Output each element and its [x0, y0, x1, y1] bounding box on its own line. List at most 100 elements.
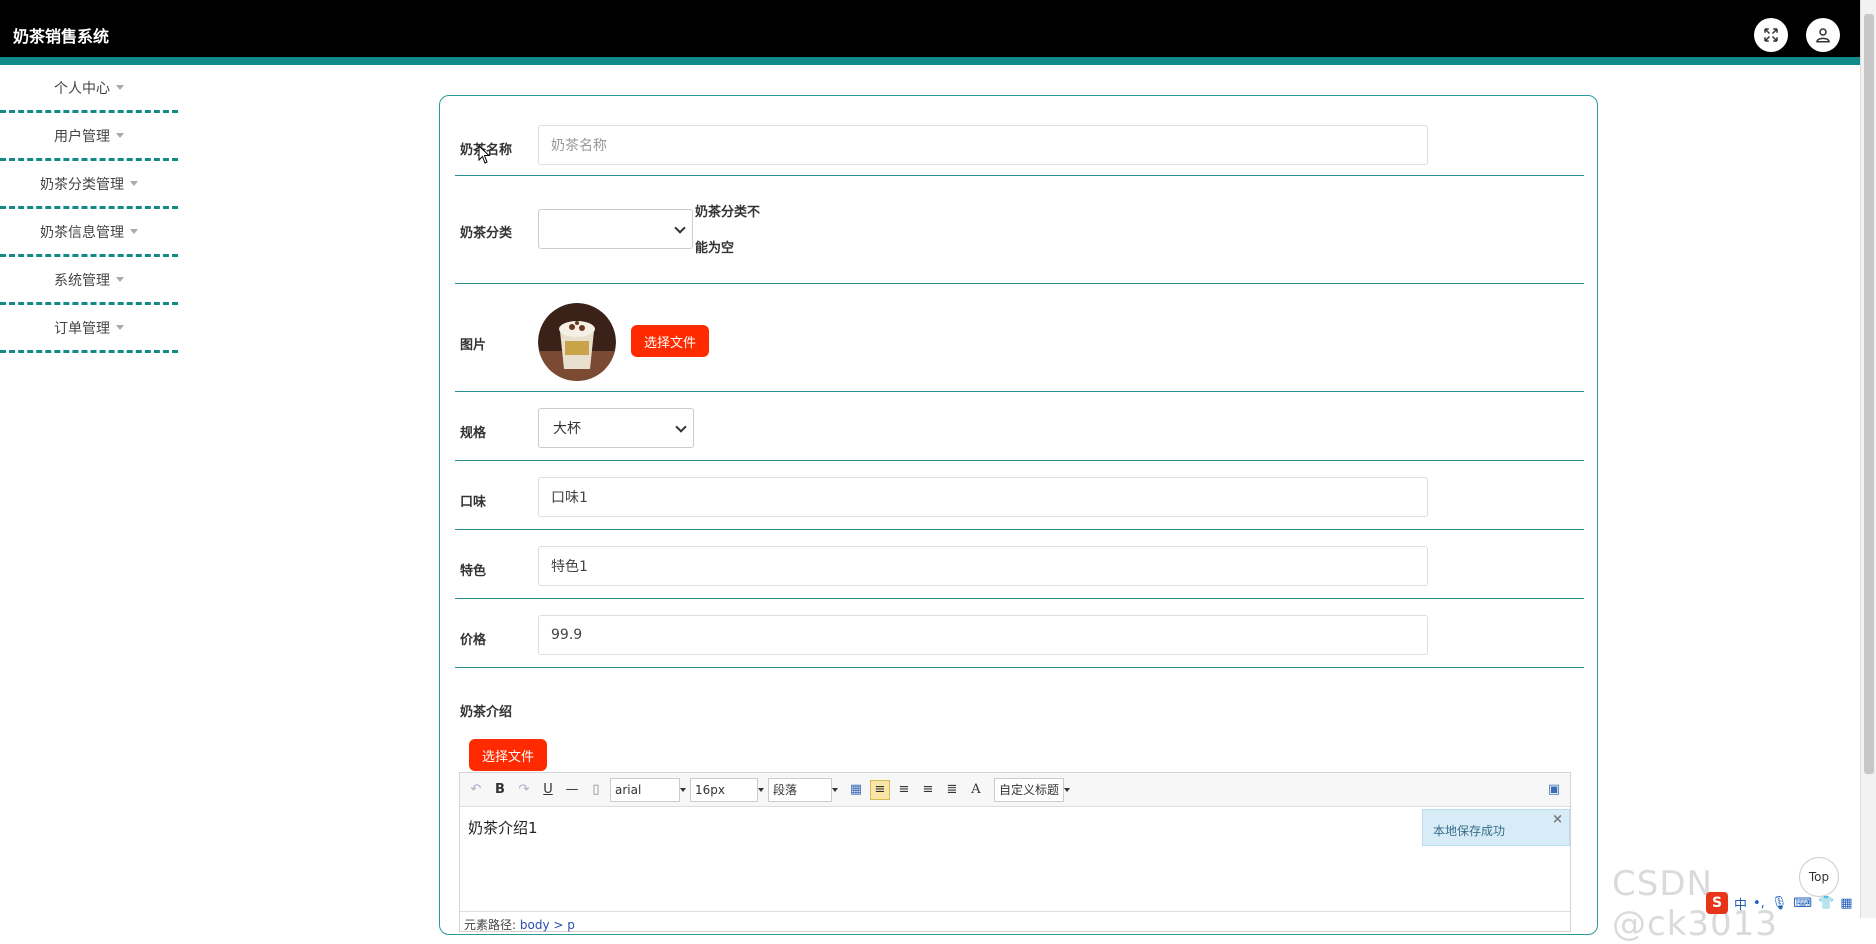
- caret-down-icon: [116, 277, 124, 282]
- vertical-scrollbar[interactable]: [1860, 0, 1876, 918]
- caret-down-icon: [758, 787, 764, 792]
- expand-icon: [1764, 28, 1778, 42]
- custom-title-value: 自定义标题: [999, 783, 1060, 797]
- image-label: 图片: [460, 338, 487, 353]
- path-label: 元素路径:: [464, 918, 517, 932]
- chevron-down-icon: [675, 421, 687, 433]
- flavor-input[interactable]: 口味1: [538, 477, 1428, 517]
- name-input[interactable]: 奶茶名称: [538, 125, 1428, 165]
- category-error-line1: 奶茶分类不: [695, 205, 761, 220]
- sidebar-item-orders[interactable]: 订单管理: [0, 305, 178, 353]
- sidebar-item-label: 用户管理: [54, 128, 110, 145]
- caret-down-icon: [116, 85, 124, 90]
- user-icon: [1816, 28, 1830, 43]
- skin-icon[interactable]: 👕: [1818, 896, 1834, 911]
- sidebar-item-tea-info[interactable]: 奶茶信息管理: [0, 209, 178, 257]
- milk-tea-photo: [538, 303, 616, 381]
- category-label: 奶茶分类: [460, 226, 513, 241]
- font-size-select[interactable]: 16px: [690, 777, 764, 802]
- document-icon[interactable]: ▯: [586, 780, 606, 800]
- toolbox-icon[interactable]: ▦: [1840, 896, 1852, 911]
- caret-down-icon: [130, 181, 138, 186]
- font-size-value: 16px: [695, 782, 725, 797]
- form-row-image: 图片 选择文件: [455, 284, 1584, 392]
- spec-label: 规格: [460, 426, 487, 441]
- paragraph-select[interactable]: 段落: [768, 777, 838, 802]
- top-bar: 奶茶销售系统: [0, 0, 1860, 65]
- font-family-value: arial: [615, 782, 642, 797]
- category-select[interactable]: [538, 209, 693, 249]
- rich-text-editor: ↶ B ↷ U — ▯ arial 16px 段落 ▦ ≡ ≡ ≡ ≣ A 自定…: [459, 772, 1571, 932]
- caret-down-icon: [116, 325, 124, 330]
- close-icon[interactable]: ×: [1552, 812, 1563, 827]
- font-color-icon[interactable]: A: [966, 780, 986, 800]
- flavor-label: 口味: [460, 495, 487, 510]
- form-row-spec: 规格 大杯: [455, 392, 1584, 461]
- form-row-flavor: 口味 口味1: [455, 461, 1584, 530]
- custom-title-select[interactable]: 自定义标题: [994, 777, 1070, 802]
- paragraph-value: 段落: [773, 783, 798, 797]
- scrollbar-thumb[interactable]: [1864, 14, 1874, 774]
- editor-content[interactable]: 奶茶介绍1: [460, 807, 1570, 848]
- intro-upload-button[interactable]: 选择文件: [469, 739, 547, 771]
- redo-icon[interactable]: ↷: [514, 780, 534, 800]
- category-error-line2: 能为空: [695, 241, 735, 256]
- chevron-down-icon: [674, 222, 686, 234]
- sidebar-item-label: 奶茶信息管理: [40, 224, 124, 241]
- fullscreen-button[interactable]: [1754, 18, 1788, 52]
- element-path-bar: 元素路径: body > p: [460, 911, 1570, 932]
- sidebar-item-label: 系统管理: [54, 272, 110, 289]
- caret-down-icon: [1064, 787, 1070, 792]
- sidebar-item-category[interactable]: 奶茶分类管理: [0, 161, 178, 209]
- sidebar: 个人中心 用户管理 奶茶分类管理 奶茶信息管理 系统管理 订单管理: [0, 65, 178, 353]
- price-label: 价格: [460, 633, 487, 648]
- sidebar-item-system[interactable]: 系统管理: [0, 257, 178, 305]
- align-left-icon[interactable]: ≡: [870, 779, 890, 800]
- sidebar-item-label: 个人中心: [54, 80, 110, 97]
- sidebar-item-profile[interactable]: 个人中心: [0, 65, 178, 113]
- header-accent-strip: [0, 57, 1860, 65]
- font-family-select[interactable]: arial: [610, 777, 686, 802]
- form-row-category: 奶茶分类 奶茶分类不 能为空: [455, 176, 1584, 284]
- price-input[interactable]: 99.9: [538, 615, 1428, 655]
- spec-select[interactable]: 大杯: [538, 408, 694, 448]
- image-upload-button[interactable]: 选择文件: [631, 325, 709, 357]
- user-button[interactable]: [1806, 18, 1840, 52]
- horizontal-rule-icon[interactable]: —: [562, 780, 582, 800]
- editor-toolbar: ↶ B ↷ U — ▯ arial 16px 段落 ▦ ≡ ≡ ≡ ≣ A 自定…: [460, 773, 1570, 807]
- toast-message: 本地保存成功: [1433, 824, 1506, 838]
- align-center-icon[interactable]: ≡: [918, 780, 938, 800]
- punctuation-icon[interactable]: •,: [1753, 896, 1765, 911]
- underline-icon[interactable]: U: [538, 780, 558, 800]
- form-row-price: 价格 99.9: [455, 599, 1584, 668]
- caret-down-icon: [116, 133, 124, 138]
- mouse-cursor-icon: [478, 145, 491, 164]
- ime-mode-label[interactable]: 中: [1734, 894, 1747, 913]
- autosave-toast: 本地保存成功 ×: [1422, 809, 1570, 846]
- table-icon[interactable]: ▦: [846, 780, 866, 800]
- form-row-feature: 特色 特色1: [455, 530, 1584, 599]
- align-right-icon[interactable]: ≡: [894, 780, 914, 800]
- top-label: Top: [1808, 870, 1830, 884]
- app-title: 奶茶销售系统: [13, 27, 110, 46]
- caret-down-icon: [130, 229, 138, 234]
- undo-icon[interactable]: ↶: [466, 780, 486, 800]
- align-justify-icon[interactable]: ≣: [942, 780, 962, 800]
- ime-logo-icon[interactable]: S: [1706, 892, 1728, 914]
- keyboard-icon[interactable]: ⌨: [1793, 896, 1812, 911]
- ime-toolbar: S 中 •, 🎙 ⌨ 👕 ▦: [1706, 891, 1860, 915]
- spec-value: 大杯: [553, 421, 581, 437]
- feature-label: 特色: [460, 564, 487, 579]
- microphone-icon[interactable]: 🎙: [1771, 896, 1788, 911]
- bold-icon[interactable]: B: [490, 780, 510, 800]
- caret-down-icon: [832, 787, 838, 792]
- sidebar-item-label: 奶茶分类管理: [40, 176, 124, 193]
- fullscreen-editor-icon[interactable]: ▣: [1544, 780, 1564, 800]
- path-value[interactable]: body > p: [520, 918, 575, 932]
- feature-input[interactable]: 特色1: [538, 546, 1428, 586]
- form-row-name: 奶茶名称 奶茶名称: [455, 96, 1584, 176]
- sidebar-item-users[interactable]: 用户管理: [0, 113, 178, 161]
- product-image: [538, 303, 616, 381]
- intro-label: 奶茶介绍: [460, 705, 513, 720]
- sidebar-item-label: 订单管理: [54, 320, 110, 337]
